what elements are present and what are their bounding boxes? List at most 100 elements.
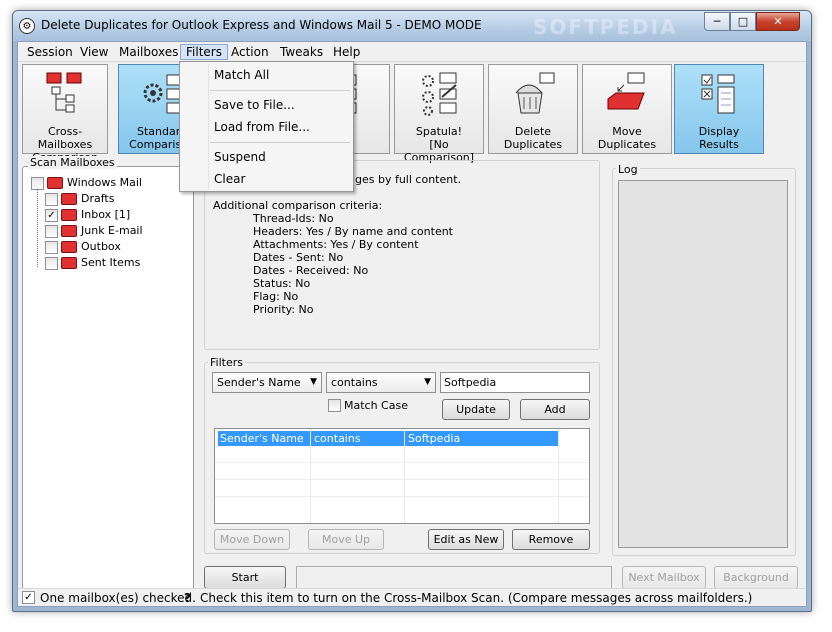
criteria-list: Thread-Ids: No Headers: Yes / By name an… <box>253 212 453 316</box>
inbox-checkbox[interactable]: ✓ <box>45 209 58 222</box>
status-hint: Check this item to turn on the Cross-Mai… <box>200 591 753 605</box>
app-icon[interactable]: ⚙ <box>19 18 35 34</box>
start-button[interactable]: Start <box>204 566 286 589</box>
row-divider <box>215 462 589 463</box>
cross-mailboxes-comparison-button[interactable]: Cross-MailboxesComparison <box>22 64 108 164</box>
menu-item-match-all[interactable]: Match All <box>214 68 269 82</box>
filters-label: Filters <box>208 356 245 369</box>
criteria-title: Additional comparison criteria: <box>213 199 383 212</box>
table-row[interactable]: Sender's Name contains Softpedia <box>218 431 558 446</box>
filter-operator-select[interactable]: contains ▼ <box>326 372 436 393</box>
tree-root-label[interactable]: Windows Mail <box>67 176 142 189</box>
drafts-checkbox[interactable] <box>45 193 58 206</box>
menu-item-save-to-file[interactable]: Save to File... <box>214 98 295 112</box>
move-mail-icon <box>607 72 645 110</box>
update-button[interactable]: Update <box>442 399 510 420</box>
title-bar[interactable]: ⚙ Delete Duplicates for Outlook Express … <box>13 11 811 41</box>
remove-button[interactable]: Remove <box>512 529 590 550</box>
next-mailbox-button[interactable]: Next Mailbox <box>622 566 706 589</box>
dropdown-arrow-icon: ▼ <box>424 377 431 387</box>
folder-icon <box>61 193 77 205</box>
mailbox-tree[interactable]: Windows Mail Drafts ✓ Inbox [1] Junk E-m… <box>22 166 194 590</box>
menu-action[interactable]: Action <box>226 44 274 60</box>
edit-as-new-button[interactable]: Edit as New <box>428 529 504 550</box>
spatula-button[interactable]: Spatula! [No Comparison] <box>394 64 484 164</box>
folder-label: Junk E-mail <box>81 224 143 237</box>
criteria-line: Headers: Yes / By name and content <box>253 225 453 238</box>
folder-label: Sent Items <box>81 256 141 269</box>
add-button[interactable]: Add <box>520 399 590 420</box>
row-divider <box>215 496 589 497</box>
log-area[interactable] <box>618 180 788 548</box>
row-field: Sender's Name <box>220 432 304 445</box>
close-button[interactable]: ✕ <box>756 12 800 31</box>
trash-can-icon <box>515 72 555 114</box>
menu-item-clear[interactable]: Clear <box>214 172 245 186</box>
status-left: One mailbox(es) checked. <box>40 591 196 605</box>
menu-separator <box>210 90 350 91</box>
menu-separator <box>210 142 350 143</box>
maximize-button[interactable]: □ <box>730 12 756 31</box>
sent-checkbox[interactable] <box>45 257 58 270</box>
filter-field-select[interactable]: Sender's Name ▼ <box>212 372 322 393</box>
delete-label: Delete <box>514 125 552 138</box>
match-case-checkbox[interactable] <box>328 399 341 412</box>
cross-mailbox-scan-checkbox[interactable]: ✓ <box>22 591 35 604</box>
mailbox-tree-icon <box>46 72 82 113</box>
log-label: Log <box>616 163 640 176</box>
menu-help[interactable]: Help <box>328 44 365 60</box>
criteria-line: Attachments: Yes / By content <box>253 238 419 251</box>
duplicates-label: Duplicates <box>503 138 563 151</box>
row-divider <box>215 479 589 480</box>
menu-view[interactable]: View <box>75 44 113 60</box>
progress-bar <box>296 566 612 589</box>
move-duplicates-button[interactable]: Move Duplicates <box>582 64 672 154</box>
filter-field-value: Sender's Name <box>217 376 301 389</box>
minimize-button[interactable]: ─ <box>704 12 730 31</box>
scan-mailboxes-label: Scan Mailboxes <box>28 156 117 169</box>
column-divider <box>404 429 405 523</box>
criteria-line: Dates - Sent: No <box>253 251 344 264</box>
folder-label: Outbox <box>81 240 121 253</box>
tree-line <box>37 189 38 267</box>
folder-icon <box>61 257 77 269</box>
outbox-checkbox[interactable] <box>45 241 58 254</box>
menu-item-suspend[interactable]: Suspend <box>214 150 266 164</box>
move-down-button[interactable]: Move Down <box>214 529 290 550</box>
status-bar: ✓ One mailbox(es) checked. ? Check this … <box>18 588 806 606</box>
dropdown-arrow-icon: ▼ <box>310 377 317 387</box>
duplicates-label: Duplicates <box>597 138 657 151</box>
criteria-line: Dates - Received: No <box>253 264 369 277</box>
filters-dropdown-menu: Match All Save to File... Load from File… <box>179 61 354 192</box>
help-icon: ? <box>184 591 191 605</box>
junk-checkbox[interactable] <box>45 225 58 238</box>
cross-mailboxes-label: Cross-Mailboxes <box>37 125 93 151</box>
move-label: Move <box>612 125 642 138</box>
criteria-line: Flag: No <box>253 290 299 303</box>
menu-mailboxes[interactable]: Mailboxes <box>114 44 183 60</box>
match-case-label[interactable]: Match Case <box>344 399 408 412</box>
row-operator: contains <box>314 432 361 445</box>
menu-tweaks[interactable]: Tweaks <box>275 44 328 60</box>
app-window: ⚙ Delete Duplicates for Outlook Express … <box>12 10 812 612</box>
folder-icon <box>61 209 77 221</box>
display-label: Display <box>698 125 740 138</box>
column-divider <box>558 429 559 523</box>
folder-icon <box>61 225 77 237</box>
menu-filters[interactable]: Filters <box>180 44 228 60</box>
menu-bar: Session View Mailboxes Filters Action Tw… <box>18 42 806 62</box>
filter-list[interactable]: Sender's Name contains Softpedia <box>214 428 590 524</box>
delete-duplicates-button[interactable]: Delete Duplicates <box>488 64 578 154</box>
display-results-button[interactable]: Display Results <box>674 64 764 154</box>
menu-session[interactable]: Session <box>22 44 78 60</box>
filter-value-input[interactable]: Softpedia <box>440 372 590 393</box>
criteria-line: Thread-Ids: No <box>253 212 334 225</box>
column-divider <box>310 429 311 523</box>
spatula-icon <box>422 72 457 116</box>
move-up-button[interactable]: Move Up <box>308 529 384 550</box>
checklist-icon <box>701 74 735 114</box>
background-button[interactable]: Background <box>714 566 798 589</box>
criteria-headline: ges by full content. <box>355 173 462 186</box>
menu-item-load-from-file[interactable]: Load from File... <box>214 120 310 134</box>
row-value: Softpedia <box>408 432 461 445</box>
